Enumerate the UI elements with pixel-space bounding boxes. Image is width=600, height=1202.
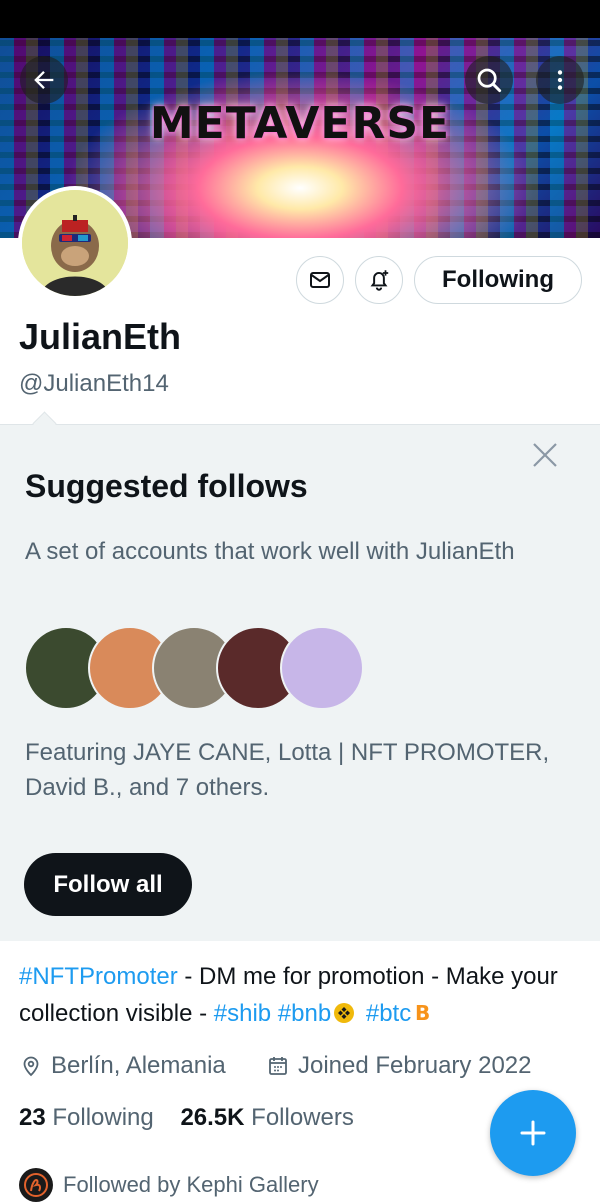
profile-bio: #NFTPromoter - DM me for promotion - Mak… [19,958,579,1032]
followers-label: Followers [251,1104,354,1131]
message-button[interactable] [296,256,344,304]
hashtag-link[interactable]: #shib [214,1000,271,1027]
suggested-title: Suggested follows [25,468,308,504]
follow-all-button[interactable]: Follow all [24,853,192,916]
kephi-logo-icon [24,1173,48,1197]
plus-icon [520,1120,546,1146]
profile-name: JulianEth [19,316,182,357]
search-icon [477,68,502,93]
joined-text: Joined February 2022 [298,1052,532,1079]
following-label: Following [52,1104,154,1131]
arrow-left-icon [34,71,54,89]
notifications-button[interactable] [355,256,403,304]
bnb-coin-icon [334,1003,355,1023]
hashtag-link[interactable]: #NFTPromoter [19,963,178,990]
following-stat[interactable]: 23 Following [19,1104,154,1131]
bitcoin-icon: B [415,1001,430,1025]
profile-handle: @JulianEth14 [19,370,169,397]
following-button[interactable]: Following [414,256,582,304]
hashtag-link[interactable]: #bnb [278,1000,331,1027]
location-text: Berlín, Alemania [51,1052,226,1079]
avatar [280,626,364,710]
profile-stats: 23 Following 26.5K Followers [19,1104,354,1132]
suggested-description: A set of accounts that work well with Ju… [25,538,515,565]
location-pin-icon [23,1056,39,1077]
hashtag-link[interactable]: #btc [366,1000,411,1027]
svg-text:B: B [415,1002,430,1024]
profile-avatar[interactable] [18,186,132,300]
suggested-avatars[interactable] [24,626,364,710]
more-options-button[interactable] [536,56,584,104]
ape-avatar-icon [22,190,128,296]
profile-joined: Joined February 2022 [266,1052,531,1080]
kephi-avatar [19,1168,53,1202]
suggested-featuring: Featuring JAYE CANE, Lotta | NFT PROMOTE… [25,739,550,801]
following-count: 23 [19,1104,46,1131]
profile-location: Berlín, Alemania [19,1052,226,1080]
calendar-icon [269,1057,287,1075]
close-icon[interactable] [530,440,560,470]
compose-button[interactable] [490,1090,576,1176]
search-button[interactable] [465,56,513,104]
more-vertical-icon [557,70,563,90]
followed-by-text: Followed by Kephi Gallery [63,1172,319,1197]
banner-title: METAVERSE [149,98,451,149]
followers-count: 26.5K [180,1104,245,1131]
bell-plus-icon [370,270,389,291]
mail-icon [310,272,330,288]
avatar [22,190,128,296]
status-bar [0,0,600,38]
back-button[interactable] [20,56,68,104]
followers-stat[interactable]: 26.5K Followers [180,1104,353,1131]
followed-by[interactable]: Followed by Kephi Gallery [19,1168,319,1202]
